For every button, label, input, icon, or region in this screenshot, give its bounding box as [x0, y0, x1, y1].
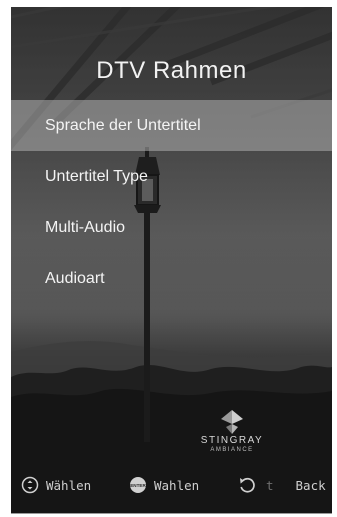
hint-hidden-label: t — [266, 477, 274, 493]
hint-select-enter: ENTER Wahlen — [129, 473, 199, 497]
page-title: DTV Rahmen — [96, 57, 247, 84]
hint-back: t Back — [237, 473, 326, 497]
menu-item-multi-audio[interactable]: Multi-Audio — [11, 202, 332, 253]
menu-item-label: Multi-Audio — [45, 219, 126, 236]
stingray-logo-mark-icon — [221, 410, 243, 434]
menu-item-subtitle-type[interactable]: Untertitel Type — [11, 151, 332, 202]
enter-icon-text: ENTER — [130, 483, 146, 488]
button-hints-bar: Wählen ENTER Wahlen t Back — [11, 473, 332, 497]
hint-label: Wahlen — [154, 477, 200, 493]
menu-item-subtitle-language[interactable]: Sprache der Untertitel — [11, 100, 332, 151]
menu-item-label: Audioart — [45, 270, 105, 287]
brand-name: STINGRAY — [200, 435, 264, 446]
hint-select-updown: Wählen — [21, 473, 91, 497]
menu-item-label: Sprache der Untertitel — [45, 117, 201, 134]
menu-item-audio-type[interactable]: Audioart — [11, 253, 332, 304]
tv-screen: DTV Rahmen Sprache der Untertitel Untert… — [11, 7, 332, 513]
menu-item-label: Untertitel Type — [45, 168, 148, 185]
return-button-icon — [240, 477, 255, 493]
hint-label: Wählen — [46, 477, 92, 493]
bottom-divider — [11, 513, 332, 514]
brand-subtitle: AMBIANCE — [210, 447, 254, 453]
stingray-logo: STINGRAY AMBIANCE — [196, 410, 268, 453]
up-down-button-icon — [21, 476, 39, 494]
settings-menu: Sprache der Untertitel Untertitel Type M… — [11, 100, 332, 304]
enter-button-icon: ENTER — [130, 477, 146, 493]
hint-label: Back — [295, 477, 326, 493]
